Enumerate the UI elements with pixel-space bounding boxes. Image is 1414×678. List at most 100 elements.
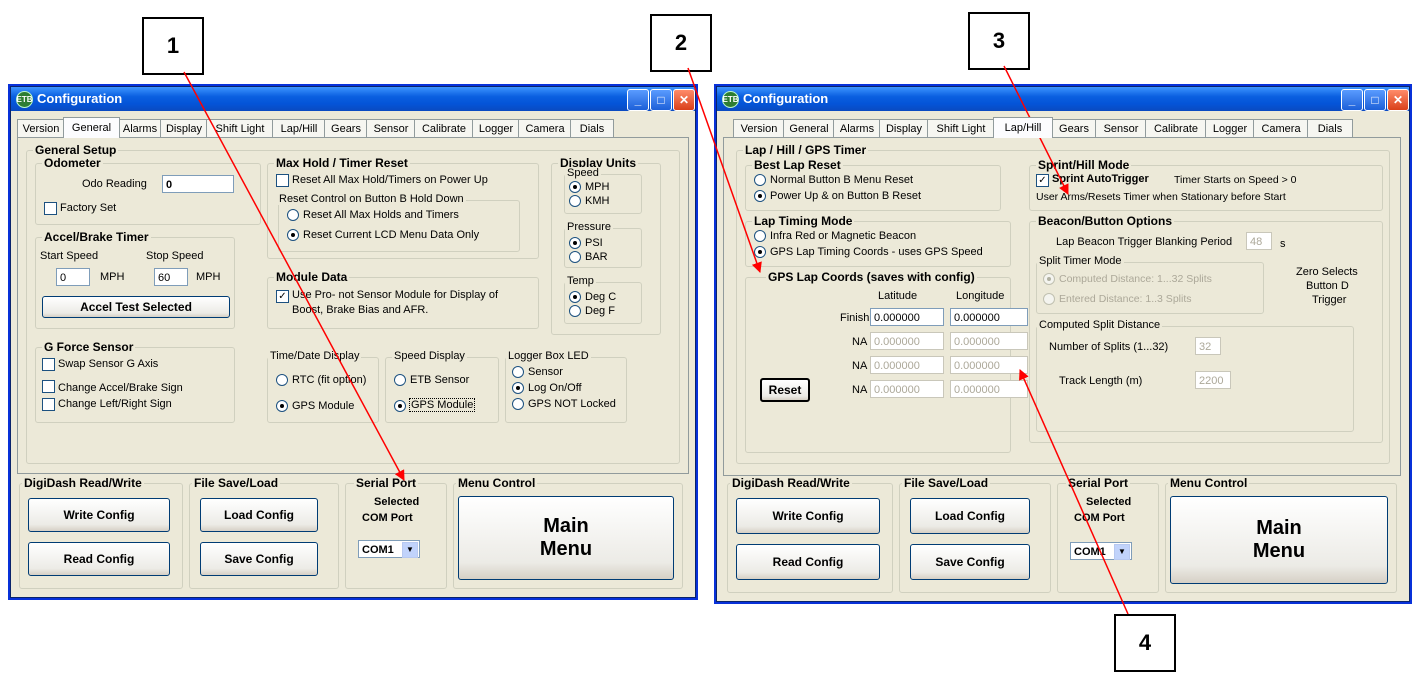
- tab-calibrate[interactable]: Calibrate: [414, 119, 474, 137]
- bar-radio[interactable]: [569, 251, 581, 263]
- tab-lap-hill[interactable]: Lap/Hill: [272, 119, 326, 137]
- finish-lon-input[interactable]: 0.000000: [950, 308, 1028, 326]
- title-bar: ETB Configuration _ □ ✕: [11, 87, 695, 111]
- app-icon: ETB: [16, 91, 33, 108]
- tab-version[interactable]: Version: [17, 119, 65, 137]
- general-setup-title: General Setup: [33, 143, 119, 157]
- write-config-button[interactable]: Write Config: [736, 498, 880, 534]
- mph-radio[interactable]: [569, 181, 581, 193]
- row3-lon-input[interactable]: 0.000000: [950, 356, 1028, 374]
- menu-control-title: Menu Control: [1168, 476, 1250, 490]
- gps-time-radio[interactable]: [276, 400, 288, 412]
- com-port-select[interactable]: COM1 ▼: [358, 540, 420, 558]
- computed-split-radio[interactable]: [1043, 273, 1055, 285]
- chevron-down-icon[interactable]: ▼: [402, 542, 418, 558]
- read-config-button[interactable]: Read Config: [736, 544, 880, 580]
- lap-mode-title: Lap Timing Mode: [752, 214, 855, 228]
- chevron-down-icon[interactable]: ▼: [1114, 544, 1130, 560]
- accel-sign-checkbox[interactable]: [42, 380, 55, 393]
- row4-lat-input[interactable]: 0.000000: [870, 380, 944, 398]
- tab-alarms[interactable]: Alarms: [833, 119, 881, 137]
- beacon-radio[interactable]: [754, 230, 766, 242]
- row2-lat-input[interactable]: 0.000000: [870, 332, 944, 350]
- deg-c-radio[interactable]: [569, 291, 581, 303]
- reset-power-checkbox[interactable]: [276, 174, 289, 187]
- close-button[interactable]: ✕: [1387, 89, 1409, 111]
- minimize-button[interactable]: _: [1341, 89, 1363, 111]
- tab-version[interactable]: Version: [733, 119, 785, 137]
- module-data-group: Module Data ✓ Use Pro- not Sensor Module…: [267, 270, 539, 329]
- entered-split-radio[interactable]: [1043, 293, 1055, 305]
- save-config-button[interactable]: Save Config: [200, 542, 318, 576]
- write-config-button[interactable]: Write Config: [28, 498, 170, 532]
- factory-set-checkbox[interactable]: [44, 202, 57, 215]
- deg-f-radio[interactable]: [569, 305, 581, 317]
- blanking-input[interactable]: 48: [1246, 232, 1272, 250]
- tab-general[interactable]: General: [63, 117, 120, 138]
- tab-shift-light[interactable]: Shift Light: [206, 119, 274, 137]
- num-splits-label: Number of Splits (1...32): [1049, 341, 1169, 353]
- tab-lap-hill[interactable]: Lap/Hill: [993, 117, 1053, 138]
- tab-logger[interactable]: Logger: [472, 119, 520, 137]
- normal-reset-radio[interactable]: [754, 174, 766, 186]
- tab-shift-light[interactable]: Shift Light: [927, 119, 995, 137]
- led-sensor-radio[interactable]: [512, 366, 524, 378]
- left-right-checkbox[interactable]: [42, 398, 55, 411]
- gps-lap-radio[interactable]: [754, 246, 766, 258]
- tab-camera[interactable]: Camera: [518, 119, 572, 137]
- tab-display[interactable]: Display: [160, 119, 208, 137]
- reset-all-radio[interactable]: [287, 209, 299, 221]
- track-length-input[interactable]: 2200: [1195, 371, 1231, 389]
- accel-test-button[interactable]: Accel Test Selected: [42, 296, 230, 318]
- load-config-button[interactable]: Load Config: [200, 498, 318, 532]
- tab-alarms[interactable]: Alarms: [118, 119, 162, 137]
- tab-sensor[interactable]: Sensor: [366, 119, 416, 137]
- maximize-button[interactable]: □: [1364, 89, 1386, 111]
- gps-speed-radio[interactable]: [394, 400, 406, 412]
- row4-lon-input[interactable]: 0.000000: [950, 380, 1028, 398]
- read-config-button[interactable]: Read Config: [28, 542, 170, 576]
- stop-speed-input[interactable]: 60: [154, 268, 188, 286]
- main-menu-button[interactable]: Main Menu: [458, 496, 674, 580]
- minimize-button[interactable]: _: [627, 89, 649, 111]
- tab-calibrate[interactable]: Calibrate: [1145, 119, 1207, 137]
- etb-sensor-radio[interactable]: [394, 374, 406, 386]
- finish-lat-input[interactable]: 0.000000: [870, 308, 944, 326]
- powerup-reset-radio[interactable]: [754, 190, 766, 202]
- kmh-radio[interactable]: [569, 195, 581, 207]
- led-gps-radio[interactable]: [512, 398, 524, 410]
- led-log-radio[interactable]: [512, 382, 524, 394]
- pressure-units-group: Pressure PSI BAR: [564, 221, 642, 268]
- start-speed-input[interactable]: 0: [56, 268, 90, 286]
- row3-lat-input[interactable]: 0.000000: [870, 356, 944, 374]
- psi-radio[interactable]: [569, 237, 581, 249]
- maximize-button[interactable]: □: [650, 89, 672, 111]
- save-config-button[interactable]: Save Config: [910, 544, 1030, 580]
- row2-lon-input[interactable]: 0.000000: [950, 332, 1028, 350]
- main-menu-button[interactable]: Main Menu: [1170, 496, 1388, 584]
- tab-sensor[interactable]: Sensor: [1095, 119, 1147, 137]
- rtc-radio[interactable]: [276, 374, 288, 386]
- serial-port-group: Serial Port Selected COM Port COM1 ▼: [345, 476, 447, 589]
- reset-coords-button[interactable]: Reset: [760, 378, 810, 402]
- close-button[interactable]: ✕: [673, 89, 695, 111]
- swap-axis-checkbox[interactable]: [42, 358, 55, 371]
- pro-module-checkbox[interactable]: ✓: [276, 290, 289, 303]
- tab-display[interactable]: Display: [879, 119, 929, 137]
- num-splits-input[interactable]: 32: [1195, 337, 1221, 355]
- finish-label: Finish: [840, 312, 870, 324]
- reset-current-radio[interactable]: [287, 229, 299, 241]
- tab-dials[interactable]: Dials: [570, 119, 614, 137]
- read-write-group: DigiDash Read/Write Write Config Read Co…: [19, 476, 183, 589]
- tab-dials[interactable]: Dials: [1307, 119, 1353, 137]
- load-config-button[interactable]: Load Config: [910, 498, 1030, 534]
- logger-led-title: Logger Box LED: [506, 350, 591, 362]
- com-port-select[interactable]: COM1 ▼: [1070, 542, 1132, 560]
- tab-camera[interactable]: Camera: [1253, 119, 1309, 137]
- tab-general[interactable]: General: [783, 119, 835, 137]
- odo-reading-input[interactable]: 0: [162, 175, 234, 193]
- tab-gears[interactable]: Gears: [1051, 119, 1097, 137]
- tab-logger[interactable]: Logger: [1205, 119, 1255, 137]
- sprint-auto-checkbox[interactable]: ✓: [1036, 174, 1049, 187]
- tab-gears[interactable]: Gears: [324, 119, 368, 137]
